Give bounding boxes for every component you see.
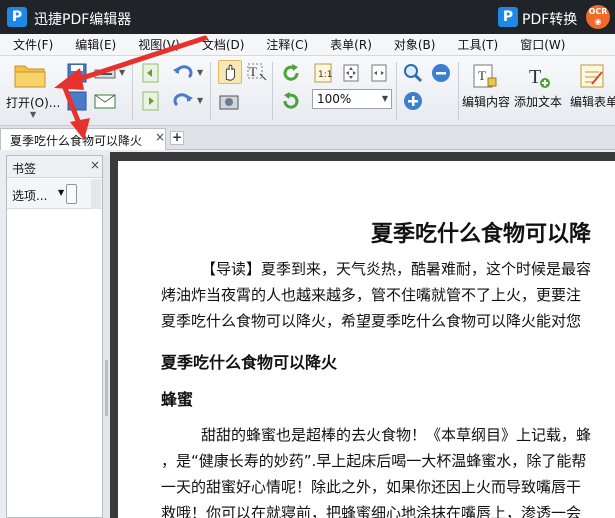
- paragraph-line: 夏季吃什么食物可以降火，希望夏季吃什么食物可以降火能对您: [161, 312, 582, 330]
- pdf-convert-button[interactable]: PDF转换: [522, 9, 577, 29]
- chevron-down-icon[interactable]: ▼: [382, 90, 388, 108]
- app-logo-icon: P: [7, 7, 27, 27]
- app-title: 迅捷PDF编辑器: [34, 12, 132, 28]
- section-heading: 蜂蜜: [161, 390, 194, 409]
- pdf-page: 夏季吃什么食物可以降 【导读】夏季到来，天气炎热，酷暑难耐，这个时候是最容 烤油…: [118, 161, 615, 518]
- add-text-icon[interactable]: T: [524, 62, 552, 90]
- close-icon[interactable]: ×: [90, 158, 100, 172]
- panel-splitter[interactable]: [103, 155, 110, 518]
- document-title: 夏季吃什么食物可以降: [371, 221, 592, 247]
- bookmark-options-bar: 选项... ▼: [7, 179, 102, 209]
- ocr-icon[interactable]: OCR ◉: [586, 5, 610, 29]
- add-text-button[interactable]: 添加文本: [514, 93, 562, 110]
- svg-text:T: T: [249, 64, 257, 79]
- rotate-cw-icon[interactable]: [280, 62, 302, 84]
- splitter-grip-icon[interactable]: [104, 358, 109, 418]
- bookmark-options-button[interactable]: 选项...: [12, 187, 47, 204]
- zoom-in-icon[interactable]: [402, 90, 424, 112]
- open-dropdown-icon[interactable]: ▼: [30, 110, 36, 119]
- edit-content-button[interactable]: 编辑内容: [462, 93, 510, 110]
- hand-tool-icon[interactable]: [218, 60, 242, 84]
- bookmark-panel-title: 书签: [12, 162, 37, 176]
- menu-object[interactable]: 对象(B): [381, 34, 445, 56]
- new-tab-button[interactable]: +: [170, 131, 184, 145]
- paragraph-line: 烤油炸当夜霄的人也越来越多，管不住嘴就管不了上火，更要注: [161, 286, 582, 304]
- menu-form[interactable]: 表单(R): [317, 34, 381, 56]
- title-bar: P 迅捷PDF编辑器 P PDF转换 OCR ◉: [0, 0, 615, 34]
- chevron-down-icon[interactable]: ▼: [58, 188, 64, 197]
- section-heading: 夏季吃什么食物可以降火: [161, 353, 338, 372]
- select-text-icon[interactable]: T: [246, 62, 268, 84]
- menu-tools[interactable]: 工具(T): [444, 34, 507, 56]
- svg-text:1:1: 1:1: [318, 70, 332, 80]
- close-icon[interactable]: ×: [155, 130, 165, 144]
- actual-size-icon[interactable]: 1:1: [312, 62, 334, 84]
- menu-comment[interactable]: 注释(C): [253, 34, 317, 56]
- ocr-label: OCR: [588, 7, 608, 16]
- toolbar-separator: [458, 62, 459, 120]
- document-viewer[interactable]: 夏季吃什么食物可以降 【导读】夏季到来，天气炎热，酷暑难耐，这个时候是最容 烤油…: [110, 152, 615, 518]
- svg-text:T: T: [478, 68, 486, 83]
- zoom-value: 100%: [317, 92, 352, 106]
- bookmark-panel: 书签 × 选项... ▼: [6, 155, 103, 518]
- edit-content-icon[interactable]: T: [470, 62, 498, 90]
- fit-width-icon[interactable]: [368, 62, 390, 84]
- paragraph-line: 一天的甜蜜好心情呢！除此之外，如果你还因上火而导致嘴唇干: [161, 478, 582, 496]
- pdf-convert-icon[interactable]: P: [498, 7, 518, 27]
- toolbar-separator: [210, 62, 211, 120]
- menu-window[interactable]: 窗口(W): [507, 34, 574, 56]
- fit-page-icon[interactable]: [340, 62, 362, 84]
- zoom-select[interactable]: 100% ▼: [312, 89, 392, 109]
- paragraph-line: 救哦！你可以在就寝前，把蜂蜜细心地涂抹在嘴唇上，渗透一会: [161, 504, 582, 518]
- snapshot-icon[interactable]: [218, 90, 240, 112]
- toolbar-separator: [272, 62, 273, 120]
- edit-form-icon[interactable]: [578, 62, 606, 90]
- svg-text:T: T: [529, 66, 541, 88]
- zoom-marquee-icon[interactable]: [402, 62, 424, 84]
- bookmark-panel-header: 书签 ×: [7, 156, 102, 178]
- annotation-arrow: [62, 85, 90, 140]
- paragraph-line: 甜甜的蜂蜜也是超棒的去火食物！《本草纲目》上记载，蜂: [201, 426, 592, 444]
- rotate-ccw-icon[interactable]: [280, 90, 302, 112]
- paragraph-line: ，是“健康长寿的妙药”.早上起床后喝一大杯温蜂蜜水，除了能帮: [161, 452, 587, 470]
- paragraph-line: 【导读】夏季到来，天气炎热，酷暑难耐，这个时候是最容: [201, 260, 592, 278]
- edit-form-button[interactable]: 编辑表单: [570, 93, 615, 110]
- zoom-out-icon[interactable]: [430, 62, 452, 84]
- scrollbar[interactable]: [91, 179, 101, 209]
- toolbar-separator: [396, 62, 397, 120]
- bookmark-expand-button[interactable]: [66, 184, 77, 204]
